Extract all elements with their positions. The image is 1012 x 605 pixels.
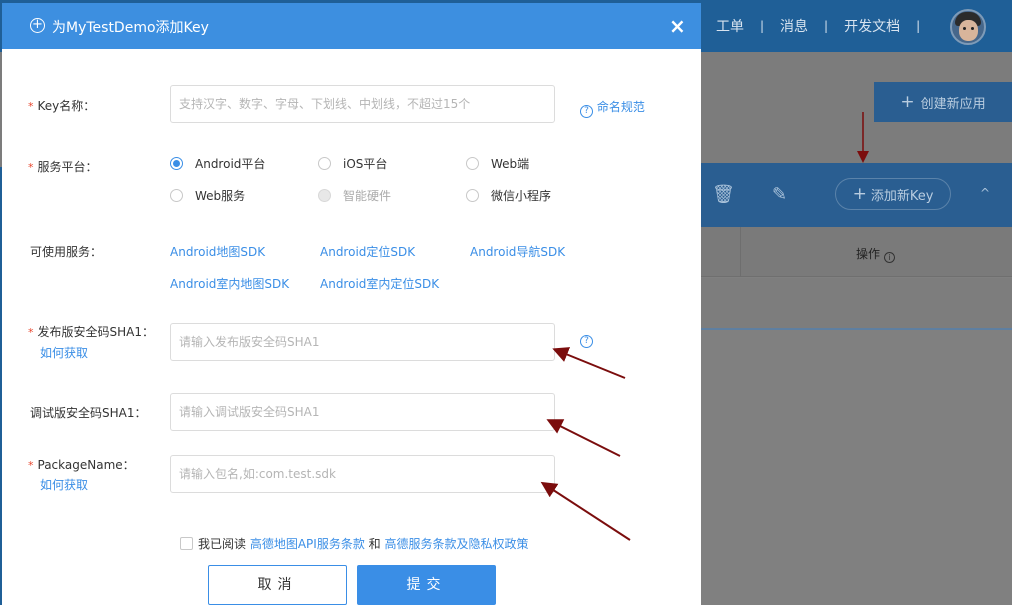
arrow-to-debug-sha1: [546, 419, 621, 457]
annotation-arrows: [540, 112, 869, 541]
arrow-to-package-name: [540, 481, 631, 541]
arrow-to-release-sha1: [552, 347, 626, 379]
